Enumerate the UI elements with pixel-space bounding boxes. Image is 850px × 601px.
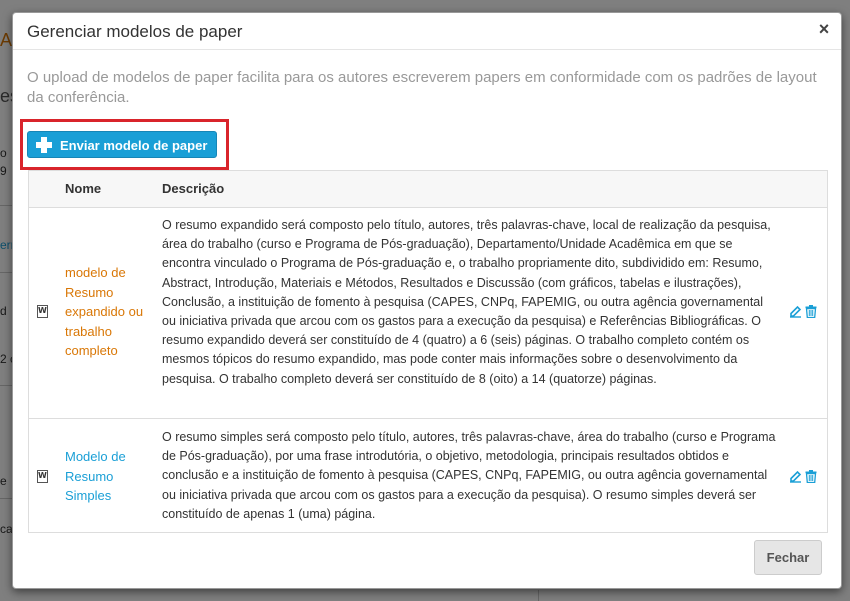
template-name-link[interactable]: Modelo de Resumo Simples xyxy=(65,447,155,506)
templates-table: Nome Descrição modelo de Resumo expandid… xyxy=(28,170,828,533)
upload-template-label: Enviar modelo de paper xyxy=(60,138,208,153)
template-name-link[interactable]: modelo de Resumo expandido ou trabalho c… xyxy=(65,263,155,361)
close-modal-button[interactable]: Fechar xyxy=(754,540,822,575)
word-file-icon xyxy=(37,305,48,318)
table-header: Nome Descrição xyxy=(29,171,827,208)
trash-icon[interactable] xyxy=(805,305,817,318)
template-description: O resumo simples será composto pelo títu… xyxy=(162,430,776,521)
column-header-description: Descrição xyxy=(162,181,225,196)
modal-footer xyxy=(13,533,841,588)
modal-header: Gerenciar modelos de paper × xyxy=(13,13,841,50)
intro-text: O upload de modelos de paper facilita pa… xyxy=(27,69,817,106)
plus-icon xyxy=(36,137,52,153)
table-row: modelo de Resumo expandido ou trabalho c… xyxy=(29,208,827,419)
manage-paper-templates-modal: Gerenciar modelos de paper × O upload de… xyxy=(12,12,842,589)
edit-icon[interactable] xyxy=(789,470,802,483)
template-description: O resumo expandido será composto pelo tí… xyxy=(162,218,771,386)
trash-icon[interactable] xyxy=(805,470,817,483)
word-file-icon xyxy=(37,470,48,483)
column-header-name: Nome xyxy=(65,181,102,196)
edit-icon[interactable] xyxy=(789,305,802,318)
upload-template-button[interactable]: Enviar modelo de paper xyxy=(27,131,217,158)
modal-title: Gerenciar modelos de paper xyxy=(27,22,243,41)
table-row: Modelo de Resumo Simples O resumo simple… xyxy=(29,420,827,534)
close-icon[interactable]: × xyxy=(816,20,832,38)
